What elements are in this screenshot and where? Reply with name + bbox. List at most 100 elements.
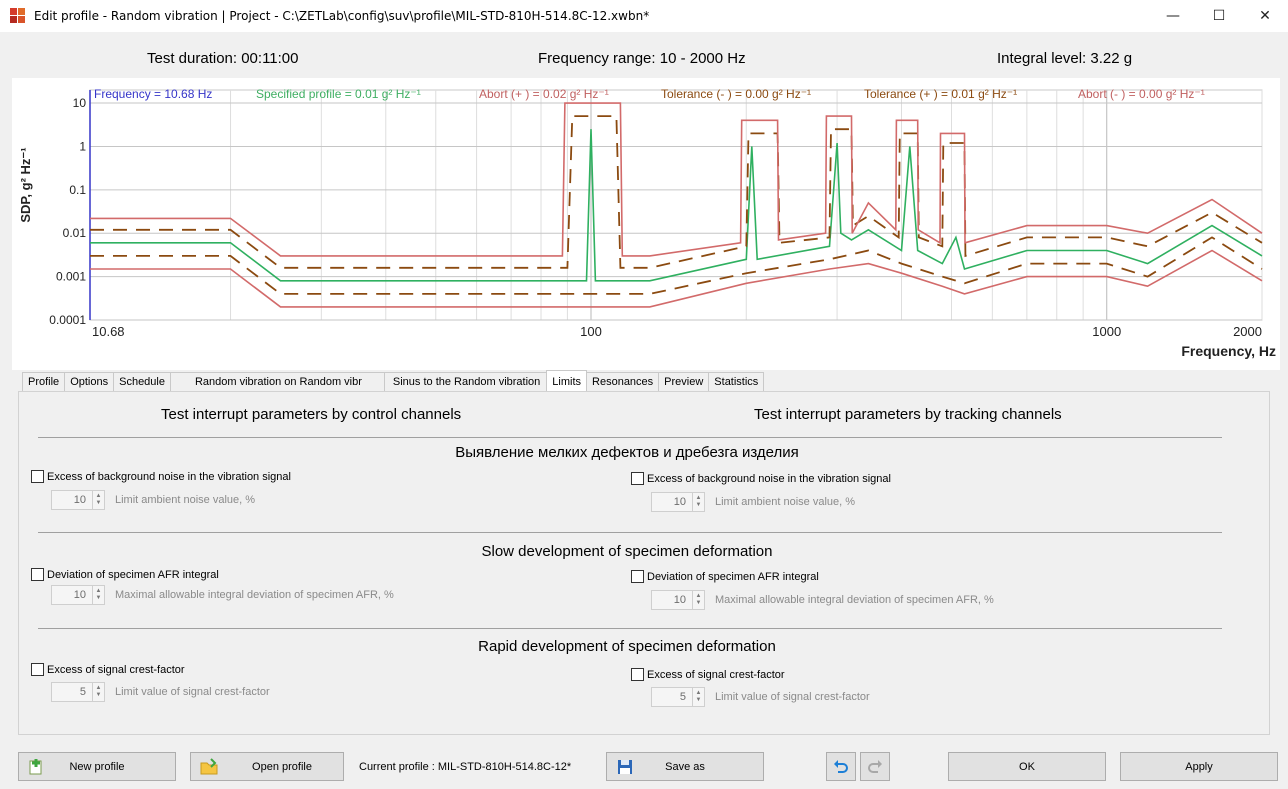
apply-button[interactable]: Apply — [1120, 752, 1278, 781]
save-as-button[interactable]: Save as — [606, 752, 764, 781]
tab-random-vibration-on-random-vibr[interactable]: Random vibration on Random vibr — [169, 372, 385, 391]
checkbox-box[interactable] — [31, 568, 44, 581]
spinner-arrows-icon[interactable]: ▲ ▼ — [93, 682, 105, 702]
spinner-value[interactable]: 10 — [51, 585, 93, 605]
checkbox-box[interactable] — [31, 663, 44, 676]
checkbox-box[interactable] — [631, 668, 644, 681]
bottom-toolbar: New profile Open profile Current profile… — [0, 752, 1288, 782]
integral-level: Integral level: 3.22 g — [997, 50, 1133, 67]
edit-profile-window: Edit profile - Random vibration | Projec… — [0, 0, 1288, 789]
redo-icon — [868, 759, 882, 773]
y-tick-label: 0.01 — [63, 226, 87, 240]
floppy-disk-icon — [618, 760, 632, 774]
tracking-noise-spinner[interactable]: 10 ▲ ▼ Limit ambient noise value, % — [651, 492, 855, 512]
checkbox-label: Excess of background noise in the vibrat… — [47, 470, 291, 483]
x-tick-label: 2000 — [1233, 324, 1262, 339]
control-channels-header: Test interrupt parameters by control cha… — [161, 406, 462, 423]
maximize-button[interactable]: ☐ — [1196, 0, 1242, 32]
section-title: Rapid development of specimen deformatio… — [478, 638, 776, 655]
ok-label: OK — [1019, 760, 1035, 773]
spinner-label: Limit ambient noise value, % — [115, 494, 256, 506]
app-icon — [10, 8, 26, 24]
redo-button[interactable] — [860, 752, 890, 781]
frequency-range: Frequency range: 10 - 2000 Hz — [538, 50, 746, 67]
x-tick-label: 10.68 — [92, 324, 125, 339]
spinner-value[interactable]: 5 — [51, 682, 93, 702]
section-divider — [38, 437, 1222, 438]
test-duration: Test duration: 00:11:00 — [147, 50, 299, 67]
undo-button[interactable] — [826, 752, 856, 781]
tracking-afr-deviation-spinner[interactable]: 10 ▲ ▼ Maximal allowable integral deviation… — [651, 590, 994, 610]
tracking-noise-checkbox[interactable]: Excess of background noise in the vibrat… — [631, 472, 891, 485]
checkbox-label: Excess of signal crest-factor — [47, 663, 185, 676]
psd-chart-svg[interactable]: 10 1 0.1 0.01 0.001 0.0001 10.68 100 1000 2000 SDP… — [12, 78, 1280, 370]
control-noise-spinner[interactable]: 10 ▲ ▼ Limit ambient noise value, % — [51, 490, 255, 510]
open-profile-label: Open profile — [252, 760, 312, 773]
tab-resonances[interactable]: Resonances — [586, 372, 660, 391]
spinner-value[interactable]: 10 — [51, 490, 93, 510]
spinner-label: Maximal allowable integral deviation of … — [715, 594, 994, 606]
control-afr-deviation-spinner[interactable]: 10 ▲ ▼ Maximal allowable integral deviation… — [51, 585, 394, 605]
section-title: Выявление мелких дефектов и дребезга изд… — [455, 444, 799, 461]
spinner-value[interactable]: 10 — [651, 590, 693, 610]
new-profile-button[interactable]: New profile — [18, 752, 176, 781]
tab-bar: Profile Options Schedule Random vibration o… — [22, 370, 765, 392]
open-folder-icon — [200, 758, 218, 775]
y-axis-label: SDP, g² Hz⁻¹ — [18, 147, 33, 222]
readout-text: Tolerance (- ) = 0.00 g² Hz⁻¹ — [661, 87, 811, 101]
open-profile-button[interactable]: Open profile — [190, 752, 344, 781]
close-button[interactable]: ✕ — [1242, 0, 1288, 32]
section-divider — [38, 532, 1222, 533]
checkbox-label: Deviation of specimen AFR integral — [47, 568, 219, 581]
undo-icon — [834, 759, 848, 773]
plot-area — [89, 89, 1263, 321]
section-title: Slow development of specimen deformation — [481, 543, 773, 560]
spinner-arrows-icon[interactable]: ▲ ▼ — [693, 492, 705, 512]
apply-label: Apply — [1185, 760, 1213, 773]
checkbox-label: Excess of signal crest-factor — [647, 668, 785, 681]
psd-chart[interactable]: 10 1 0.1 0.01 0.001 0.0001 10.68 100 1000 2000 SDP… — [12, 78, 1280, 370]
control-noise-checkbox[interactable]: Excess of background noise in the vibrat… — [31, 470, 291, 483]
y-tick-label: 0.0001 — [49, 313, 86, 327]
tracking-afr-deviation-checkbox[interactable]: Deviation of specimen AFR integral — [631, 570, 819, 583]
tab-preview[interactable]: Preview — [658, 372, 710, 391]
x-tick-label: 100 — [580, 324, 602, 339]
limits-panel: Test interrupt parameters by control cha… — [18, 391, 1270, 735]
window-title: Edit profile - Random vibration | Projec… — [34, 9, 650, 23]
readout-text: Specified profile = 0.01 g² Hz⁻¹ — [256, 87, 421, 101]
spinner-arrows-icon[interactable]: ▲ ▼ — [93, 490, 105, 510]
spinner-value[interactable]: 10 — [651, 492, 693, 512]
spinner-arrows-icon[interactable]: ▲ ▼ — [93, 585, 105, 605]
checkbox-box[interactable] — [631, 570, 644, 583]
tab-limits[interactable]: Limits — [546, 370, 588, 391]
tab-schedule[interactable]: Schedule — [113, 372, 171, 391]
tab-statistics[interactable]: Statistics — [708, 372, 765, 391]
tracking-crest-factor-checkbox[interactable]: Excess of signal crest-factor — [631, 668, 785, 681]
control-crest-factor-checkbox[interactable]: Excess of signal crest-factor — [31, 663, 185, 676]
minimize-button[interactable]: — — [1150, 0, 1196, 32]
x-axis-label: Frequency, Hz — [1181, 343, 1276, 359]
checkbox-box[interactable] — [31, 470, 44, 483]
spinner-label: Limit value of signal crest-factor — [115, 686, 270, 698]
spinner-value[interactable]: 5 — [651, 687, 693, 707]
profile-summary: Test duration: 00:11:00 Frequency range:… — [0, 40, 1288, 78]
checkbox-label: Excess of background noise in the vibrat… — [647, 472, 891, 485]
spinner-arrows-icon[interactable]: ▲ ▼ — [693, 590, 705, 610]
title-bar: Edit profile - Random vibration | Projec… — [0, 0, 1288, 32]
tab-options[interactable]: Options — [64, 372, 115, 391]
tab-sinus-to-the-random-vibration[interactable]: Sinus to the Random vibration — [383, 372, 548, 391]
control-crest-factor-spinner[interactable]: 5 ▲ ▼ Limit value of signal crest-factor — [51, 682, 270, 702]
ok-button[interactable]: OK — [948, 752, 1106, 781]
spinner-arrows-icon[interactable]: ▲ ▼ — [693, 687, 705, 707]
tracking-crest-factor-spinner[interactable]: 5 ▲ ▼ Limit value of signal crest-factor — [651, 687, 870, 707]
readout-text: Abort (- ) = 0.00 g² Hz⁻¹ — [1078, 87, 1205, 101]
control-afr-deviation-checkbox[interactable]: Deviation of specimen AFR integral — [31, 568, 219, 581]
new-profile-label: New profile — [69, 760, 125, 773]
tab-profile[interactable]: Profile — [22, 372, 66, 391]
spinner-label: Limit value of signal crest-factor — [715, 691, 870, 703]
readout-text: Tolerance (+ ) = 0.01 g² Hz⁻¹ — [864, 87, 1017, 101]
spinner-label: Limit ambient noise value, % — [715, 496, 856, 508]
y-tick-label: 0.1 — [69, 183, 86, 197]
checkbox-box[interactable] — [631, 472, 644, 485]
y-tick-label: 1 — [79, 139, 86, 153]
